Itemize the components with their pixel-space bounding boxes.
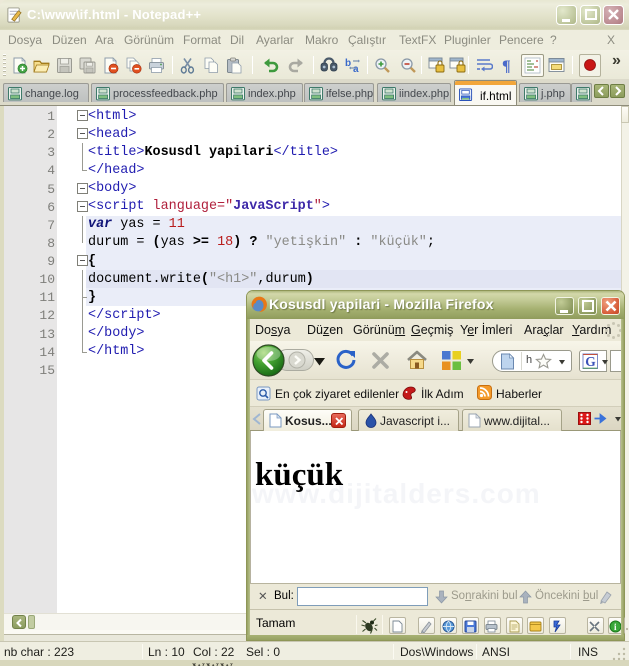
svg-text:¶: ¶ bbox=[502, 58, 511, 74]
svg-text:G: G bbox=[585, 354, 596, 369]
svg-text:a: a bbox=[353, 64, 359, 74]
